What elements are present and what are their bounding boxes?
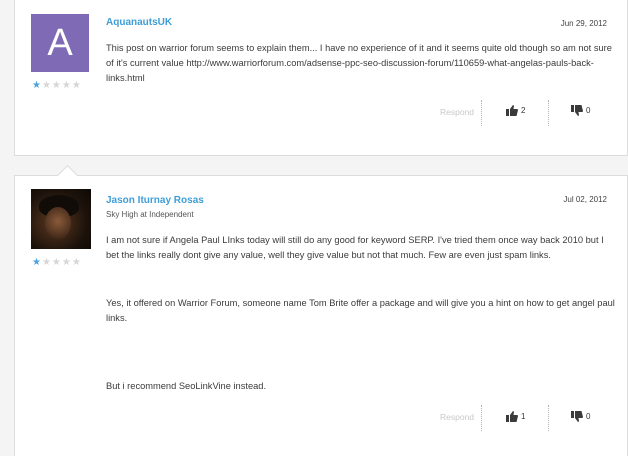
user-title: Sky High at Independent [106, 210, 194, 219]
post-body: But i recommend SeoLinkVine instead. [106, 379, 616, 394]
post-body: Yes, it offered on Warrior Forum, someon… [106, 296, 616, 326]
upvote-button[interactable]: 2 [506, 105, 525, 116]
thumbs-down-icon [571, 411, 583, 422]
respond-link[interactable]: Respond [440, 107, 474, 117]
user-rating-stars: ★★★★★ [32, 81, 82, 91]
downvote-count: 0 [586, 106, 591, 115]
user-rating-stars: ★★★★★ [32, 258, 82, 268]
divider [481, 405, 482, 431]
avatar-face [45, 207, 71, 239]
answer-card: A ★★★★★ AquanautsUK Jun 29, 2012 This po… [14, 0, 628, 156]
post-body: I am not sure if Angela Paul LInks today… [106, 233, 616, 263]
downvote-button[interactable]: 0 [571, 411, 590, 422]
star-icon: ★★★★ [41, 257, 82, 268]
thumbs-up-icon [506, 411, 518, 422]
star-icon: ★ [32, 257, 42, 268]
upvote-count: 2 [521, 106, 526, 115]
divider [548, 100, 549, 126]
post-paragraph: I am not sure if Angela Paul LInks today… [106, 235, 604, 260]
upvote-button[interactable]: 1 [506, 411, 525, 422]
answer-card: ★★★★★ Jason Iturnay Rosas Sky High at In… [14, 164, 628, 456]
post-body: This post on warrior forum seems to expl… [106, 41, 616, 86]
username-link[interactable]: Jason Iturnay Rosas [106, 195, 204, 206]
post-date: Jul 02, 2012 [563, 195, 607, 204]
post-date: Jun 29, 2012 [560, 19, 607, 28]
post-paragraph: Yes, it offered on Warrior Forum, someon… [106, 298, 615, 323]
star-icon: ★ [32, 80, 42, 91]
avatar[interactable]: A [31, 14, 89, 72]
upvote-count: 1 [521, 412, 526, 421]
post-paragraph: This post on warrior forum seems to expl… [106, 43, 612, 83]
divider [548, 405, 549, 431]
star-icon: ★★★★ [41, 80, 82, 91]
username-link[interactable]: AquanautsUK [106, 17, 172, 28]
divider [481, 100, 482, 126]
respond-link[interactable]: Respond [440, 412, 474, 422]
thumbs-up-icon [506, 105, 518, 116]
avatar[interactable] [31, 189, 91, 249]
post-paragraph: But i recommend SeoLinkVine instead. [106, 381, 267, 391]
card-pointer [56, 164, 79, 187]
downvote-count: 0 [586, 412, 591, 421]
downvote-button[interactable]: 0 [571, 105, 590, 116]
thumbs-down-icon [571, 105, 583, 116]
